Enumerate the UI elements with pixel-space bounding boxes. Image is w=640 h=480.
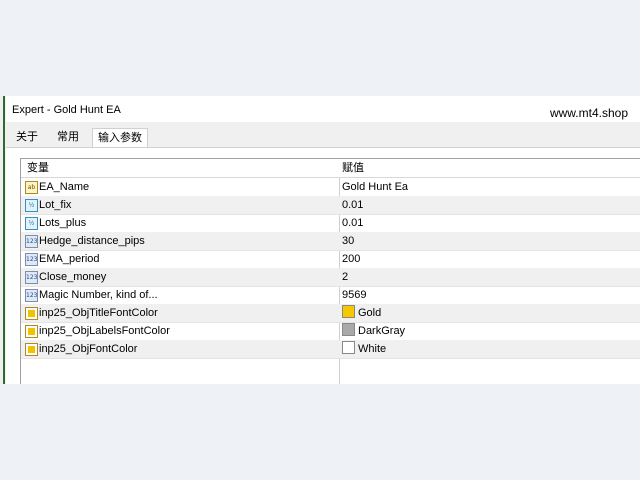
integer-icon: 123 bbox=[25, 289, 38, 302]
window-title: Expert - Gold Hunt EA bbox=[12, 104, 121, 116]
tab-common[interactable]: 常用 bbox=[52, 128, 84, 147]
title-bar[interactable]: Expert - Gold Hunt EA www.mt4.shop bbox=[6, 96, 640, 122]
param-value[interactable]: Gold Hunt Ea bbox=[342, 178, 632, 196]
color-icon bbox=[25, 307, 38, 320]
tab-strip: 关于 常用 输入参数 bbox=[6, 123, 640, 148]
table-row[interactable]: ½ Lot_fix 0.01 bbox=[21, 196, 640, 215]
table-row[interactable]: ab EA_Name Gold Hunt Ea bbox=[21, 178, 640, 197]
color-icon bbox=[25, 325, 38, 338]
param-value[interactable]: 30 bbox=[342, 232, 632, 250]
param-value[interactable]: 2 bbox=[342, 268, 632, 286]
param-name: Magic Number, kind of... bbox=[39, 289, 158, 301]
param-name: Lot_fix bbox=[39, 199, 72, 211]
color-name: DarkGray bbox=[358, 325, 406, 337]
table-row[interactable]: inp25_ObjLabelsFontColor DarkGray bbox=[21, 322, 640, 341]
param-name: inp25_ObjTitleFontColor bbox=[39, 307, 158, 319]
param-name: Lots_plus bbox=[39, 217, 87, 229]
double-icon: ½ bbox=[25, 199, 38, 212]
param-value[interactable]: Gold bbox=[342, 304, 632, 322]
param-name: Hedge_distance_pips bbox=[39, 235, 145, 247]
integer-icon: 123 bbox=[25, 235, 38, 248]
color-name: Gold bbox=[358, 307, 382, 319]
param-name: inp25_ObjLabelsFontColor bbox=[39, 325, 170, 337]
param-name: inp25_ObjFontColor bbox=[39, 343, 138, 355]
param-name: Close_money bbox=[39, 271, 107, 283]
window-edge bbox=[3, 96, 5, 384]
param-value[interactable]: 0.01 bbox=[342, 196, 632, 214]
header-value[interactable]: 赋值 bbox=[342, 159, 632, 177]
color-swatch bbox=[342, 305, 355, 318]
table-row[interactable]: 123 Magic Number, kind of... 9569 bbox=[21, 286, 640, 305]
integer-icon: 123 bbox=[25, 253, 38, 266]
param-value[interactable]: 0.01 bbox=[342, 214, 632, 232]
inputs-panel: 变量 赋值 ab EA_Name Gold Hunt Ea ½ Lot_fix … bbox=[6, 147, 640, 384]
param-name: EA_Name bbox=[39, 181, 90, 193]
table-row[interactable]: 123 Hedge_distance_pips 30 bbox=[21, 232, 640, 251]
tab-about[interactable]: 关于 bbox=[11, 128, 43, 147]
site-watermark: www.mt4.shop bbox=[549, 106, 628, 120]
table-row[interactable]: inp25_ObjFontColor White bbox=[21, 340, 640, 359]
color-swatch bbox=[342, 323, 355, 336]
integer-icon: 123 bbox=[25, 271, 38, 284]
tab-inputs[interactable]: 输入参数 bbox=[92, 128, 148, 148]
table-row[interactable]: 123 EMA_period 200 bbox=[21, 250, 640, 269]
table-row[interactable]: ½ Lots_plus 0.01 bbox=[21, 214, 640, 233]
table-header: 变量 赋值 bbox=[21, 159, 640, 178]
parameters-table: 变量 赋值 ab EA_Name Gold Hunt Ea ½ Lot_fix … bbox=[20, 158, 640, 384]
param-value[interactable]: White bbox=[342, 340, 632, 358]
color-name: White bbox=[358, 343, 387, 355]
param-value[interactable]: DarkGray bbox=[342, 322, 632, 340]
expert-dialog: Expert - Gold Hunt EA www.mt4.shop 关于 常用… bbox=[0, 96, 640, 384]
double-icon: ½ bbox=[25, 217, 38, 230]
header-variable[interactable]: 变量 bbox=[27, 159, 49, 177]
string-icon: ab bbox=[25, 181, 38, 194]
param-name: EMA_period bbox=[39, 253, 100, 265]
color-icon bbox=[25, 343, 38, 356]
table-row[interactable]: 123 Close_money 2 bbox=[21, 268, 640, 287]
param-value[interactable]: 9569 bbox=[342, 286, 632, 304]
color-swatch bbox=[342, 341, 355, 354]
table-row[interactable]: inp25_ObjTitleFontColor Gold bbox=[21, 304, 640, 323]
param-value[interactable]: 200 bbox=[342, 250, 632, 268]
